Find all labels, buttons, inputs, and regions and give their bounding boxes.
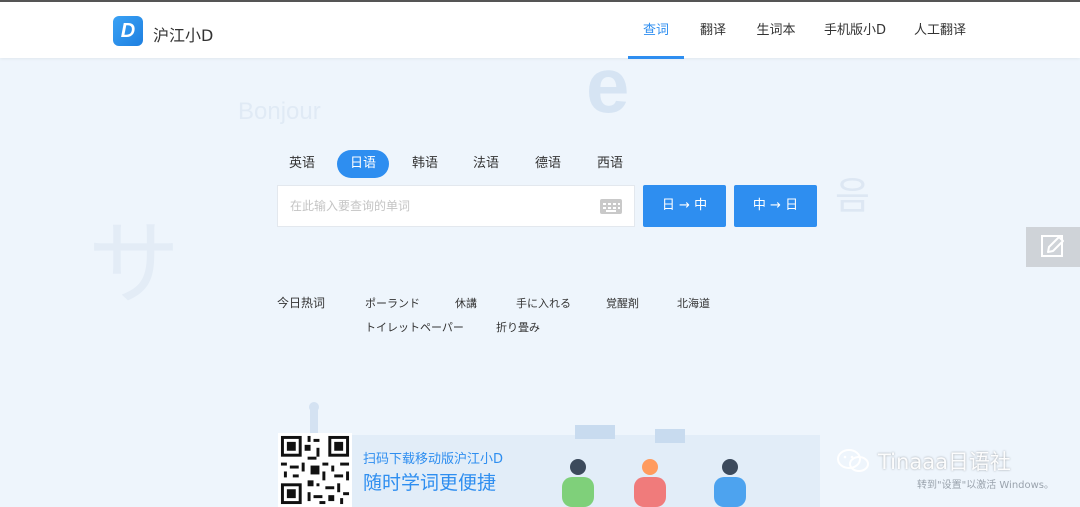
background-hangul-eum: 음 [835,176,870,218]
search-box [277,185,635,227]
lang-tab-german[interactable]: 德语 [527,150,569,178]
chinese-to-japanese-button[interactable]: 中 → 日 [734,185,817,227]
hot-word[interactable]: ポーランド [365,295,420,311]
top-navigation-bar: D 沪江小D 查词 翻译 生词本 手机版小D 人工翻译 [0,0,1080,59]
edit-icon [1041,235,1064,257]
hot-word[interactable]: 覚醒剤 [606,295,639,311]
hujiang-d-logo[interactable]: D [113,16,143,46]
hot-word[interactable]: 折り畳み [496,319,540,335]
hot-word[interactable]: 休講 [455,295,477,311]
promo-slogan: 随时学词更便捷 [363,472,497,494]
channel-watermark: Tinaaa日语社 [878,450,1011,474]
hot-word[interactable]: 手に入れる [516,295,571,311]
nav-vocabulary-book[interactable]: 生词本 [751,2,801,58]
search-input[interactable] [290,186,590,226]
japanese-to-chinese-button[interactable]: 日 → 中 [643,185,726,227]
background-kana-sa: サ [88,214,181,316]
keyboard-icon[interactable] [600,199,622,214]
lang-tab-korean[interactable]: 韩语 [404,150,446,178]
promo-download-text: 扫码下载移动版沪江小D [363,452,504,467]
nav-active-indicator [628,56,684,59]
lang-tab-japanese[interactable]: 日语 [337,150,389,178]
nav-mobile-version[interactable]: 手机版小D [820,2,890,58]
nav-human-translation[interactable]: 人工翻译 [910,2,970,58]
lang-tab-spanish[interactable]: 西语 [589,150,631,178]
nav-translate[interactable]: 翻译 [693,2,733,58]
lang-tab-french[interactable]: 法语 [465,150,507,178]
download-qr-code [278,433,352,507]
nav-lookup[interactable]: 查词 [636,2,676,58]
lang-tab-english[interactable]: 英语 [281,150,323,178]
wechat-icon [837,449,869,472]
activate-windows-notice: 转到"设置"以激活 Windows。 [917,480,1055,491]
hot-word[interactable]: 北海道 [677,295,710,311]
feedback-edit-tab[interactable] [1026,227,1080,267]
brand-name[interactable]: 沪江小D [153,22,213,46]
background-word-bonjour: Bonjour [238,98,321,125]
hot-words-title: 今日热词 [277,296,326,310]
hot-word[interactable]: トイレットペーパー [365,319,464,335]
